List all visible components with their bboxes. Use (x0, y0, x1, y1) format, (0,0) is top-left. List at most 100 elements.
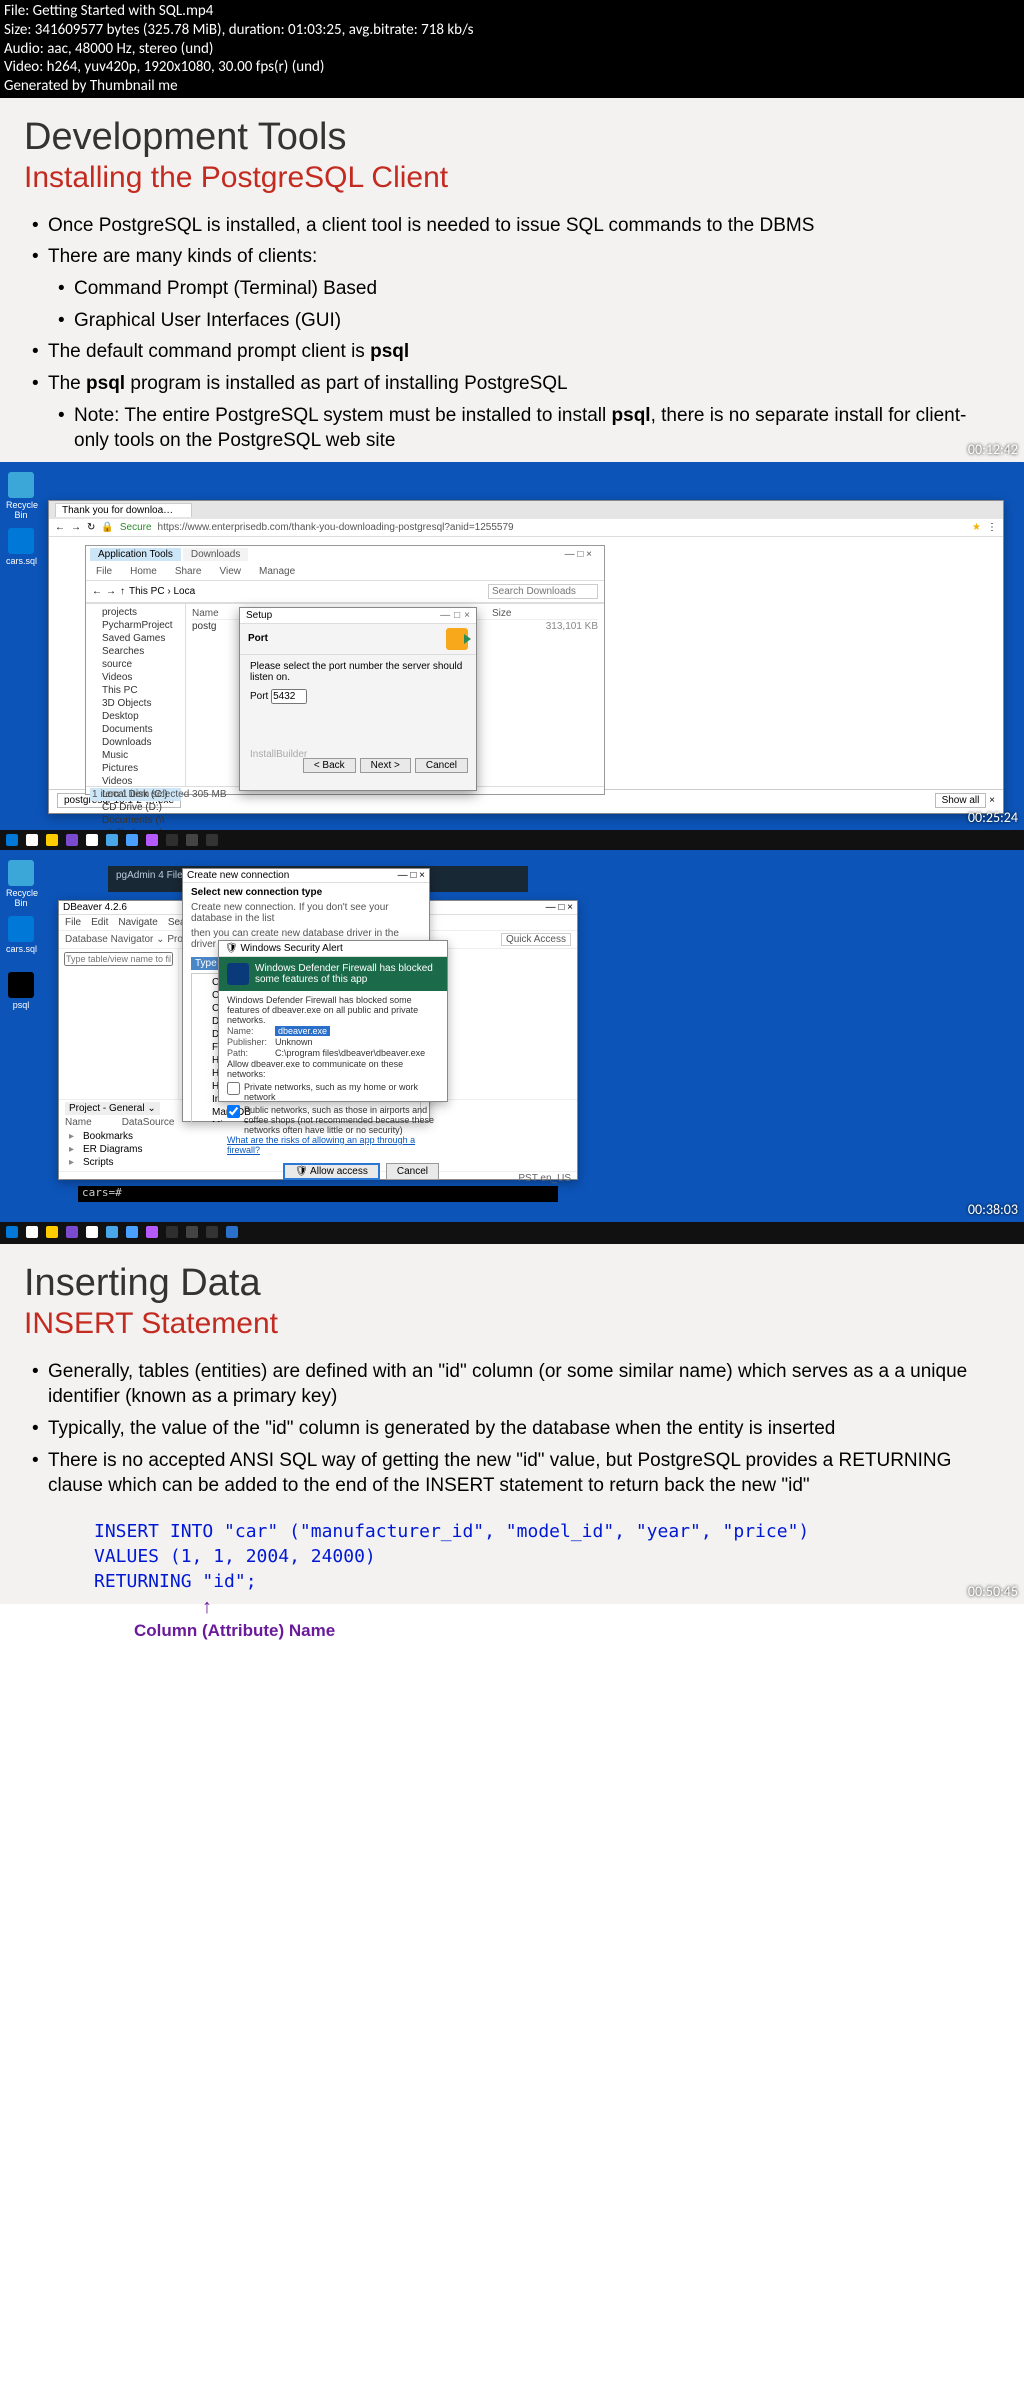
setup-dialog: Setup —□× Port Please select the port num… (239, 607, 477, 791)
desktop-icon-carssql[interactable]: cars.sql (6, 528, 36, 566)
menu-file[interactable]: File (65, 917, 81, 928)
bullet: There are many kinds of clients: Command… (32, 244, 1000, 333)
project-tab[interactable]: Project - General ⌄ (65, 1102, 160, 1115)
window-controls[interactable]: — □ × (546, 902, 573, 913)
menu-share[interactable]: Share (175, 566, 202, 577)
bullet: The psql program is installed as part of… (32, 371, 1000, 454)
firewall-dialog: 🛡 Windows Security Alert Windows Defende… (218, 940, 448, 1102)
nav-back-icon[interactable]: ← (55, 522, 65, 533)
show-all-button[interactable]: Show all (935, 793, 987, 808)
secure-label: Secure (120, 522, 152, 533)
nav-reload-icon[interactable]: ↻ (87, 522, 95, 533)
cancel-button[interactable]: Cancel (386, 1163, 439, 1180)
app-icon[interactable] (166, 834, 178, 846)
screenshot-installer: Recycle Bin cars.sql Thank you for downl… (0, 462, 1024, 830)
port-input[interactable] (271, 689, 307, 704)
close-icon[interactable]: × (989, 795, 995, 806)
bullet: There is no accepted ANSI SQL way of get… (32, 1448, 1000, 1499)
vscode-icon (8, 916, 34, 942)
fw-heading: Windows Defender Firewall has blocked so… (255, 963, 439, 985)
up-arrow-icon: ↑ (202, 1597, 1000, 1617)
bullet: Typically, the value of the "id" column … (32, 1416, 1000, 1442)
quick-access[interactable]: Quick Access (501, 933, 571, 946)
app-icon[interactable] (186, 834, 198, 846)
cortana-icon[interactable] (26, 834, 38, 846)
slide1-title: Development Tools (24, 116, 1000, 159)
browser-tab[interactable]: Thank you for downloa… (55, 503, 192, 517)
bullet-note: Note: The entire PostgreSQL system must … (58, 403, 1000, 454)
recycle-bin-icon (8, 860, 34, 886)
slide2-title: Inserting Data (24, 1262, 1000, 1305)
nav-back-icon[interactable]: ← (92, 586, 102, 597)
app-icon[interactable] (206, 834, 218, 846)
bookmark-icon[interactable]: ★ (972, 522, 981, 533)
media-audio: Audio: aac, 48000 Hz, stereo (und) (4, 40, 1020, 59)
app-icon[interactable] (146, 834, 158, 846)
explorer-search-input[interactable] (488, 584, 598, 599)
recycle-bin-icon (8, 472, 34, 498)
chrome-icon[interactable] (86, 834, 98, 846)
conn-heading: Select new connection type (183, 883, 429, 902)
setup-heading: Port (248, 633, 268, 644)
window-controls[interactable]: — □ × (398, 870, 425, 881)
screenshot-dbeaver-firewall: Recycle Bin cars.sql psql pgAdmin 4 File… (0, 830, 1024, 1222)
timestamp: 00:50:45 (968, 1583, 1018, 1600)
desktop-icon-recycle-bin[interactable]: Recycle Bin (6, 472, 36, 520)
db-filter-input[interactable] (64, 952, 173, 966)
breadcrumb[interactable]: This PC › Loca (129, 586, 195, 597)
window-controls[interactable]: —□× (436, 610, 470, 621)
menu-view[interactable]: View (220, 566, 242, 577)
psql-terminal[interactable]: cars=# (78, 1186, 558, 1202)
menu-home[interactable]: Home (130, 566, 157, 577)
annotation-label: Column (Attribute) Name (134, 1621, 1000, 1641)
setup-title: Setup (246, 610, 272, 621)
ribbon-downloads[interactable]: Downloads (183, 548, 248, 561)
dbeaver-title: DBeaver 4.2.6 (63, 902, 127, 913)
private-net-checkbox[interactable] (227, 1082, 240, 1095)
postgres-logo-icon (446, 628, 468, 650)
fw-help-link[interactable]: What are the risks of allowing an app th… (227, 1135, 415, 1155)
cancel-button[interactable]: Cancel (415, 758, 468, 773)
timestamp: 00:38:03 (968, 1201, 1018, 1218)
nav-fwd-icon[interactable]: → (106, 586, 116, 597)
ribbon-app-tools[interactable]: Application Tools (90, 548, 181, 561)
menu-file[interactable]: File (96, 566, 112, 577)
nav-up-icon[interactable]: ↑ (120, 586, 125, 597)
bullet: Graphical User Interfaces (GUI) (58, 308, 1000, 334)
explorer-tree[interactable]: projectsPycharmProjectSaved GamesSearche… (86, 604, 186, 786)
next-button[interactable]: Next > (360, 758, 411, 773)
media-generated: Generated by Thumbnail me (4, 77, 1020, 96)
vscode-icon[interactable] (126, 834, 138, 846)
allow-access-button[interactable]: 🛡 Allow access (283, 1163, 380, 1180)
menu-manage[interactable]: Manage (259, 566, 295, 577)
address-bar[interactable]: https://www.enterprisedb.com/thank-you-d… (158, 522, 967, 533)
explorer-icon[interactable] (46, 834, 58, 846)
media-size: Size: 341609577 bytes (325.78 MiB), dura… (4, 21, 1020, 40)
nav-fwd-icon[interactable]: → (71, 522, 81, 533)
back-button[interactable]: < Back (303, 758, 356, 773)
slide2-subtitle: INSERT Statement (24, 1307, 1000, 1341)
desktop-icon-psql[interactable]: psql (6, 972, 36, 1010)
app-icon[interactable] (106, 834, 118, 846)
taskbar[interactable] (0, 830, 1024, 850)
slide-inserting-data: Inserting Data INSERT Statement Generall… (0, 1244, 1024, 1604)
window-controls[interactable]: — □ × (557, 548, 600, 561)
desktop-icon-carssql[interactable]: cars.sql (6, 916, 36, 954)
bullet: Once PostgreSQL is installed, a client t… (32, 213, 1000, 239)
setup-msg: Please select the port number the server… (250, 661, 466, 683)
bullet: Command Prompt (Terminal) Based (58, 276, 1000, 302)
sql-code-block: INSERT INTO "car" ("manufacturer_id", "m… (94, 1519, 1000, 1595)
start-icon[interactable] (6, 834, 18, 846)
desktop-icon-recycle-bin[interactable]: Recycle Bin (6, 860, 36, 908)
bullet: Generally, tables (entities) are defined… (32, 1359, 1000, 1410)
fw-title: 🛡 Windows Security Alert (225, 943, 343, 954)
timestamp: 00:25:24 (968, 809, 1018, 826)
menu-icon[interactable]: ⋮ (987, 522, 997, 533)
public-net-checkbox[interactable] (227, 1105, 240, 1118)
lock-icon: 🔒 (101, 522, 113, 533)
timestamp: 00:12:42 (968, 441, 1018, 458)
start-icon[interactable] (6, 1226, 18, 1238)
browser-window: Thank you for downloa… ← → ↻ 🔒 Secure ht… (48, 500, 1004, 814)
vscode-icon (8, 528, 34, 554)
edge-icon[interactable] (66, 834, 78, 846)
